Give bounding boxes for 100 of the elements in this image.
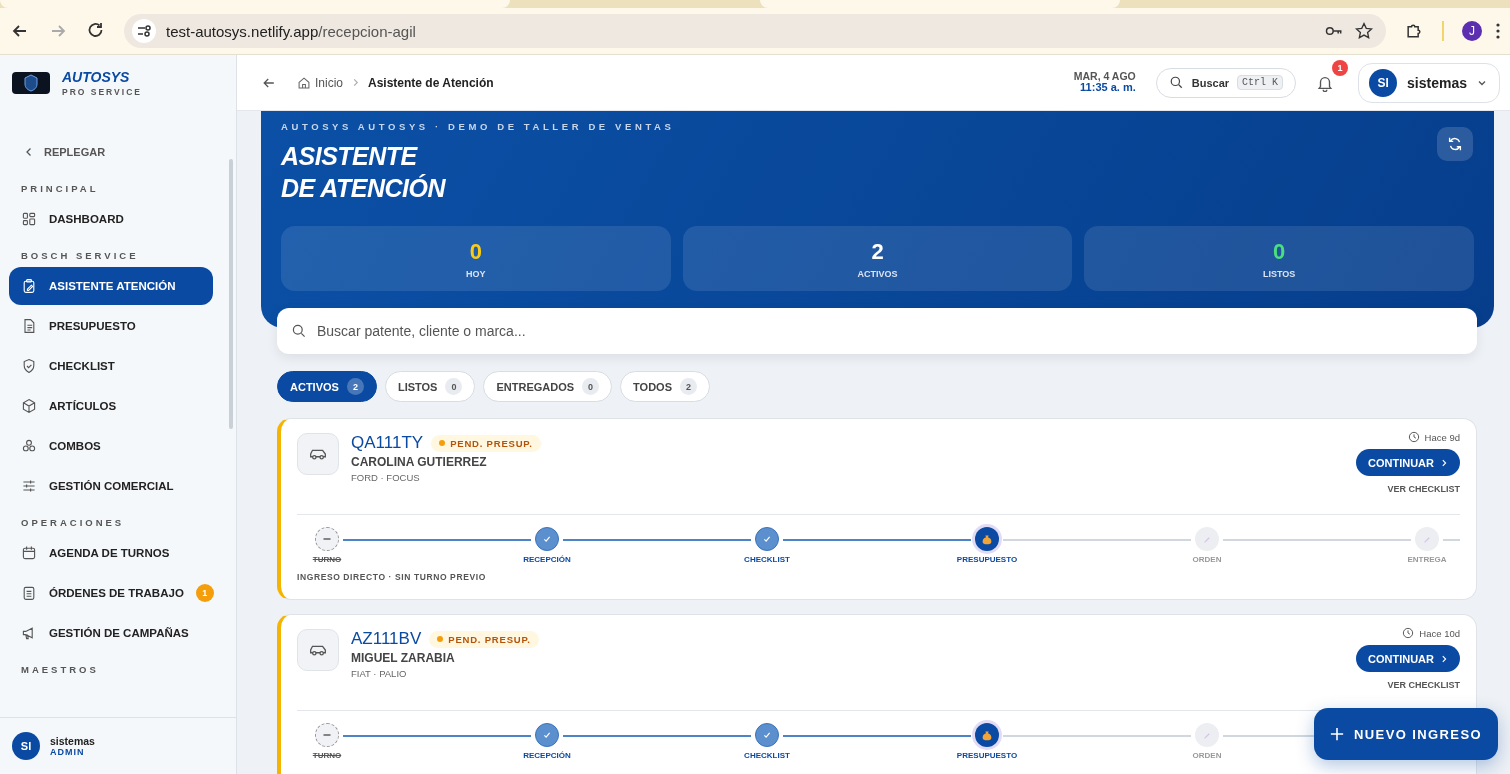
car-icon <box>297 433 339 475</box>
date-text: MAR, 4 AGO <box>1073 71 1136 83</box>
stat-value: 2 <box>871 238 884 265</box>
filter-tab[interactable]: LISTOS 0 <box>384 371 476 402</box>
filter-tab[interactable]: ACTIVOS 2 <box>277 371 377 402</box>
continue-button[interactable]: CONTINUAR <box>1356 449 1460 476</box>
user-avatar: SI <box>1369 68 1398 97</box>
refresh-button[interactable] <box>1437 127 1473 161</box>
vehicle-model: FIAT · PALIO <box>351 668 408 679</box>
new-entry-button[interactable]: NUEVO INGRESO <box>1314 708 1498 760</box>
chevron-right-icon <box>1440 654 1448 663</box>
stat-value: 0 <box>469 238 482 265</box>
stat-label: ACTIVOS <box>857 268 898 279</box>
status-badge: PEND. PRESUP. <box>431 434 541 452</box>
section-heading: PRINCIPAL <box>20 182 100 196</box>
url-text: test-autosys.netlify.app/recepcion-agil <box>166 22 416 40</box>
search-icon <box>291 323 307 339</box>
collapse-button[interactable]: REPLEGAR <box>9 143 121 161</box>
shortcut-key: Ctrl K <box>1237 75 1284 90</box>
client-name: CAROLINA GUTIERREZ <box>351 455 488 469</box>
step-label: ENTREGA <box>1407 555 1447 564</box>
continue-button[interactable]: CONTINUAR <box>1356 645 1460 672</box>
profile-avatar[interactable]: J <box>1462 21 1482 41</box>
step-label: ORDEN <box>1192 555 1222 564</box>
chevron-icon <box>351 78 360 87</box>
vehicle-model: FORD · FOCUS <box>351 472 421 483</box>
more-icon[interactable] <box>1496 23 1500 39</box>
nav-item[interactable]: GESTIÓN COMERCIAL <box>9 467 213 505</box>
step-label: CHECKLIST <box>744 555 790 564</box>
count-badge: 1 <box>195 584 214 602</box>
license-plate[interactable]: AZ111BV <box>351 629 422 649</box>
user-menu[interactable]: SI sistemas <box>1358 62 1500 103</box>
refresh-icon <box>1446 135 1464 153</box>
checklist-link[interactable]: VER CHECKLIST <box>1387 680 1460 690</box>
brand-name: AUTOSYS <box>62 69 131 85</box>
chevron-left-icon <box>24 147 34 157</box>
home-icon <box>297 75 311 90</box>
nav-item[interactable]: ÓRDENES DE TRABAJO 1 <box>9 574 213 612</box>
tab-count: 2 <box>346 378 364 395</box>
star-icon[interactable] <box>1354 21 1374 41</box>
address-bar[interactable]: test-autosys.netlify.app/recepcion-agil <box>124 14 1386 48</box>
elapsed-time: Hace 9d <box>1407 431 1460 443</box>
search-icon <box>1168 75 1184 90</box>
nav-item[interactable]: ARTÍCULOS <box>9 387 213 425</box>
chevron-right-icon <box>1440 458 1448 467</box>
page-title: ASISTENTE DE ATENCIÓN <box>281 141 445 204</box>
search-field[interactable]: Buscar patente, cliente o marca... <box>277 308 1477 354</box>
section-heading: BOSCH SERVICE <box>20 249 140 263</box>
stat-label: HOY <box>466 268 486 279</box>
license-plate[interactable]: QA111TY <box>351 433 424 453</box>
cubes-icon <box>21 438 37 454</box>
notification-badge: 1 <box>1332 59 1349 76</box>
stat-label: LISTOS <box>1263 268 1296 279</box>
nav-item[interactable]: CHECKLIST <box>9 347 213 385</box>
step-label: CHECKLIST <box>744 751 790 760</box>
user-avatar[interactable]: SI <box>12 732 40 760</box>
elapsed-time: Hace 10d <box>1402 627 1460 639</box>
user-role: ADMIN <box>50 747 86 757</box>
tab-count: 2 <box>680 378 697 395</box>
user-name: sistemas <box>1407 74 1467 91</box>
box-icon <box>21 398 37 414</box>
brand-tagline: PRO SERVICE <box>62 87 142 97</box>
step-label: ORDEN <box>1192 751 1222 760</box>
logo-icon <box>12 72 50 94</box>
nav-item[interactable]: PRESUPUESTO <box>9 307 213 345</box>
client-name: MIGUEL ZARABIA <box>351 651 456 665</box>
step-label: TURNO <box>312 555 342 564</box>
checklist-link[interactable]: VER CHECKLIST <box>1387 484 1460 494</box>
clock-icon <box>1407 431 1420 443</box>
status-badge: PEND. PRESUP. <box>429 630 539 648</box>
card-note: INGRESO DIRECTO · SIN TURNO PREVIO <box>297 572 487 582</box>
nav-item[interactable]: AGENDA DE TURNOS <box>9 534 213 572</box>
step-label: TURNO <box>312 751 342 760</box>
nav-item[interactable]: GESTIÓN DE CAMPAÑAS <box>9 614 213 652</box>
site-settings-icon[interactable] <box>132 19 156 43</box>
shield-icon <box>21 358 37 374</box>
nav-item[interactable]: ASISTENTE ATENCIÓN <box>9 267 213 305</box>
document-icon <box>21 318 37 334</box>
step-label: RECEPCIÓN <box>523 555 571 564</box>
breadcrumb-link[interactable]: Inicio <box>315 75 343 90</box>
clipboard-list-icon <box>21 585 37 601</box>
grid-icon <box>21 211 37 227</box>
clipboard-icon <box>21 278 37 294</box>
step-label: RECEPCIÓN <box>523 751 571 760</box>
nav-item[interactable]: DASHBOARD <box>9 200 213 238</box>
hero-subtitle: AUTOSYS AUTOSYS · DEMO DE TALLER DE VENTAS <box>281 121 676 132</box>
tab-count: 0 <box>582 378 600 395</box>
calendar-icon <box>21 545 37 561</box>
nav-item[interactable]: COMBOS <box>9 427 213 465</box>
car-icon <box>297 629 339 671</box>
section-heading: MAESTROS <box>20 663 100 677</box>
tab-count: 0 <box>445 378 463 395</box>
filter-tab[interactable]: TODOS 2 <box>620 371 710 402</box>
user-name: sistemas <box>50 735 95 747</box>
step-label: PRESUPUESTO <box>956 555 1018 564</box>
clock-icon <box>1402 627 1415 639</box>
sliders-icon <box>21 478 37 494</box>
filter-tab[interactable]: ENTREGADOS 0 <box>483 371 613 402</box>
stat-value: 0 <box>1273 238 1286 265</box>
search-button[interactable]: Buscar Ctrl K <box>1155 67 1297 98</box>
